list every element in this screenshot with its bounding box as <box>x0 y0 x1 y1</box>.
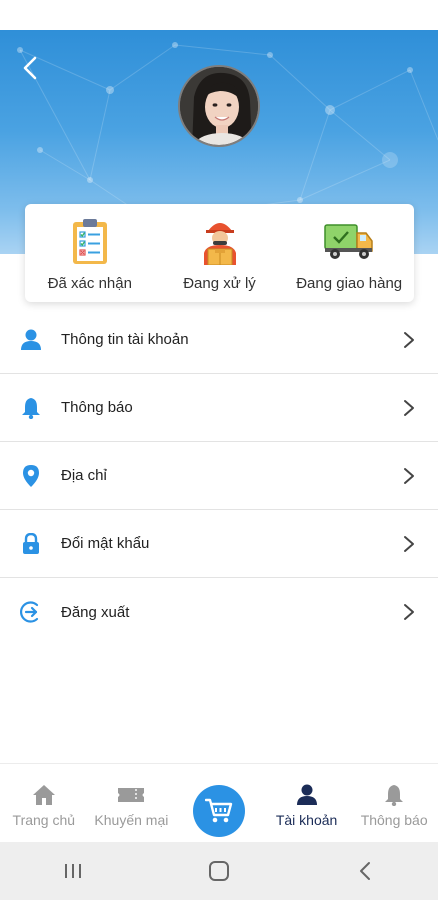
back-chevron-icon <box>360 862 370 880</box>
clipboard-checklist-icon <box>72 219 107 264</box>
nav-notifications[interactable]: Thông báo <box>350 764 438 842</box>
order-status-shipping[interactable]: Đang giao hàng <box>284 204 414 302</box>
home-square-icon <box>209 861 229 881</box>
delivery-person-icon <box>203 223 236 265</box>
bottom-navigation: Trang chủ Khuyến mại Tài khoản Thông báo <box>0 763 438 842</box>
account-menu: Thông tin tài khoản Thông báo Địa chỉ Đổ… <box>0 306 438 646</box>
delivery-truck-icon <box>324 224 373 259</box>
order-status-card: Đã xác nhận Đang xử lý Đang giao hàng <box>25 204 414 302</box>
menu-item-label: Đăng xuất <box>61 603 130 621</box>
nav-cart[interactable] <box>175 764 263 842</box>
ticket-icon <box>118 788 145 802</box>
location-pin-icon <box>23 464 39 487</box>
bell-icon <box>385 785 404 806</box>
order-status-label: Đang xử lý <box>183 275 256 292</box>
order-status-processing[interactable]: Đang xử lý <box>155 204 285 302</box>
menu-item-account-info[interactable]: Thông tin tài khoản <box>0 306 438 374</box>
back-button[interactable] <box>14 52 46 84</box>
nav-label: Trang chủ <box>12 812 76 828</box>
recent-apps-icon <box>65 864 81 878</box>
logout-icon <box>19 601 39 623</box>
bell-icon <box>22 397 40 419</box>
avatar[interactable] <box>178 65 260 147</box>
home-system-button[interactable] <box>189 851 249 891</box>
order-status-confirmed[interactable]: Đã xác nhận <box>25 204 155 302</box>
chevron-right-icon <box>404 332 414 348</box>
chevron-right-icon <box>404 400 414 416</box>
lock-icon <box>23 532 39 554</box>
nav-promotions[interactable]: Khuyến mại <box>88 764 176 842</box>
menu-item-address[interactable]: Địa chỉ <box>0 442 438 510</box>
menu-item-logout[interactable]: Đăng xuất <box>0 578 438 646</box>
nav-label: Thông báo <box>360 812 428 828</box>
user-icon <box>21 329 41 350</box>
recent-apps-button[interactable] <box>43 851 103 891</box>
order-status-label: Đã xác nhận <box>47 275 132 292</box>
nav-account[interactable]: Tài khoản <box>263 764 351 842</box>
chevron-right-icon <box>404 604 414 620</box>
menu-item-notifications[interactable]: Thông báo <box>0 374 438 442</box>
nav-label: Khuyến mại <box>94 812 169 828</box>
chevron-right-icon <box>404 468 414 484</box>
menu-item-change-password[interactable]: Đổi mật khẩu <box>0 510 438 578</box>
home-icon <box>32 785 55 805</box>
nav-home[interactable]: Trang chủ <box>0 764 88 842</box>
cart-button[interactable] <box>192 785 245 837</box>
status-bar <box>0 0 438 30</box>
user-icon <box>296 784 317 805</box>
menu-item-label: Thông báo <box>61 399 133 416</box>
back-system-button[interactable] <box>335 851 395 891</box>
chevron-left-icon <box>23 56 37 80</box>
menu-item-label: Thông tin tài khoản <box>61 331 189 348</box>
cart-icon <box>204 798 233 823</box>
order-status-label: Đang giao hàng <box>296 275 403 292</box>
nav-label: Tài khoản <box>275 812 338 828</box>
system-navigation-bar <box>0 842 438 900</box>
menu-item-label: Địa chỉ <box>61 467 107 484</box>
menu-item-label: Đổi mật khẩu <box>61 535 150 552</box>
chevron-right-icon <box>404 536 414 552</box>
